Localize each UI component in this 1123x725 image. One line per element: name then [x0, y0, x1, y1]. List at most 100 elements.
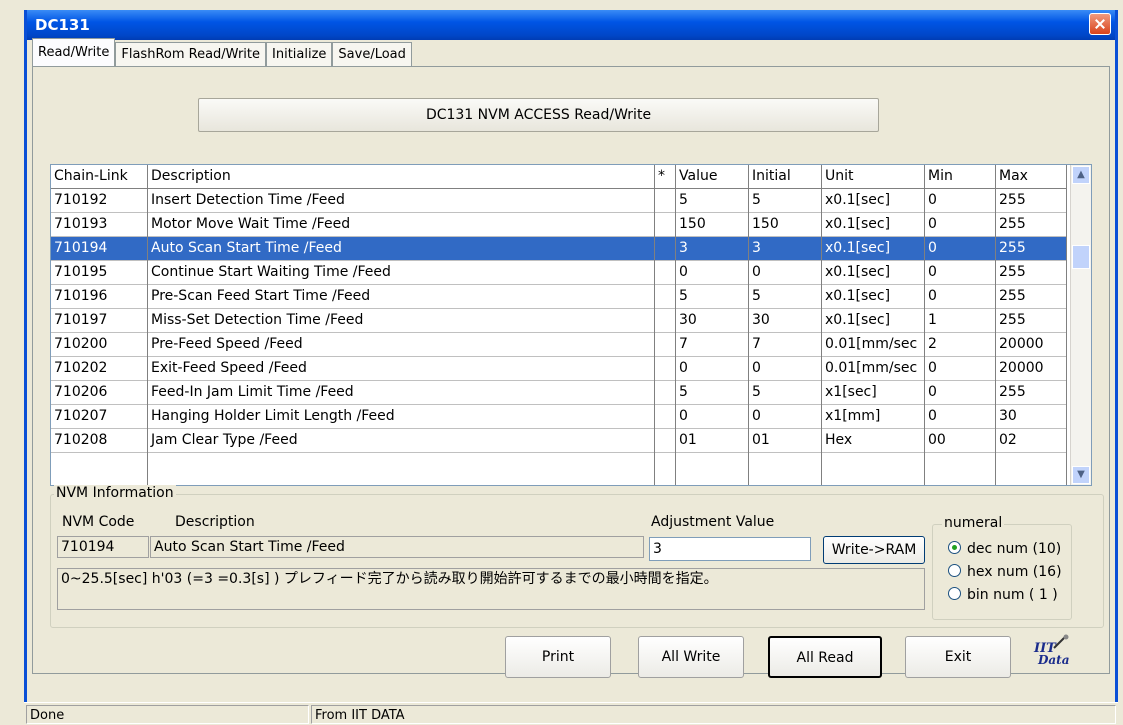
col-header-description[interactable]: Description [148, 165, 654, 188]
cell-star[interactable] [655, 189, 675, 212]
close-icon[interactable] [1089, 13, 1111, 35]
parameter-grid[interactable]: Chain-Link Description * Value Initial U… [50, 164, 1092, 486]
cell-max[interactable]: 255 [996, 381, 1066, 404]
cell-value[interactable]: 5 [676, 189, 748, 212]
cell-star[interactable] [655, 381, 675, 404]
cell-initial[interactable]: 150 [749, 213, 821, 236]
cell-star[interactable] [655, 213, 675, 236]
cell-star[interactable] [655, 285, 675, 308]
cell-chain-link[interactable]: 710196 [51, 285, 147, 308]
col-header-min[interactable]: Min [925, 165, 995, 188]
col-header-star[interactable]: * [655, 165, 675, 188]
all-read-button[interactable]: All Read [768, 636, 882, 678]
cell-chain-link[interactable]: 710197 [51, 309, 147, 332]
cell-chain-link[interactable]: 710192 [51, 189, 147, 212]
cell-value[interactable]: 30 [676, 309, 748, 332]
cell-min[interactable]: 0 [925, 237, 995, 260]
cell-max[interactable]: 02 [996, 429, 1066, 452]
cell-initial[interactable]: 5 [749, 189, 821, 212]
col-header-max[interactable]: Max [996, 165, 1066, 188]
cell-max[interactable]: 255 [996, 189, 1066, 212]
cell-max[interactable]: 20000 [996, 333, 1066, 356]
scroll-down-icon[interactable]: ▼ [1072, 466, 1090, 484]
cell-chain-link[interactable]: 710194 [51, 237, 147, 260]
col-header-initial[interactable]: Initial [749, 165, 821, 188]
col-header-unit[interactable]: Unit [822, 165, 924, 188]
cell-min[interactable]: 0 [925, 189, 995, 212]
cell-initial[interactable]: 3 [749, 237, 821, 260]
cell-min[interactable]: 0 [925, 213, 995, 236]
cell-max[interactable]: 30 [996, 405, 1066, 428]
cell-chain-link[interactable]: 710202 [51, 357, 147, 380]
cell-max[interactable]: 255 [996, 285, 1066, 308]
table-row[interactable]: 710206 Feed-In Jam Limit Time /Feed 5 5 x1[s… [51, 381, 1067, 405]
grid-vertical-scrollbar[interactable]: ▲ ▼ [1070, 165, 1091, 485]
cell-star[interactable] [655, 429, 675, 452]
cell-star[interactable] [655, 237, 675, 260]
cell-max[interactable]: 255 [996, 261, 1066, 284]
cell-min[interactable]: 0 [925, 285, 995, 308]
table-row[interactable]: 710202 Exit-Feed Speed /Feed 0 0 0.01[mm/sec… [51, 357, 1067, 381]
cell-min[interactable]: 0 [925, 261, 995, 284]
cell-initial[interactable]: 30 [749, 309, 821, 332]
cell-max[interactable]: 255 [996, 309, 1066, 332]
tab-flashrom-read-write[interactable]: FlashRom Read/Write [115, 42, 267, 66]
cell-initial[interactable]: 5 [749, 285, 821, 308]
cell-star[interactable] [655, 357, 675, 380]
table-row[interactable]: 710197 Miss-Set Detection Time /Feed 30 30 x… [51, 309, 1067, 333]
cell-unit[interactable]: x0.1[sec] [822, 237, 924, 260]
cell-min[interactable]: 0 [925, 381, 995, 404]
cell-description[interactable]: Continue Start Waiting Time /Feed [148, 261, 654, 284]
cell-min[interactable]: 0 [925, 357, 995, 380]
scroll-up-icon[interactable]: ▲ [1072, 166, 1090, 184]
write-to-ram-button[interactable]: Write->RAM [823, 536, 925, 564]
cell-description[interactable]: Miss-Set Detection Time /Feed [148, 309, 654, 332]
cell-initial[interactable]: 0 [749, 357, 821, 380]
tab-save-load[interactable]: Save/Load [332, 42, 412, 66]
table-row[interactable]: 710192 Insert Detection Time /Feed 5 5 x0.1[… [51, 189, 1067, 213]
cell-value[interactable]: 7 [676, 333, 748, 356]
cell-chain-link[interactable]: 710193 [51, 213, 147, 236]
table-row[interactable]: 710194 Auto Scan Start Time /Feed 3 3 x0.1[s… [51, 237, 1067, 261]
cell-min[interactable]: 1 [925, 309, 995, 332]
cell-unit[interactable]: x0.1[sec] [822, 213, 924, 236]
cell-unit[interactable]: 0.01[mm/sec [822, 357, 924, 380]
cell-description[interactable]: Insert Detection Time /Feed [148, 189, 654, 212]
all-write-button[interactable]: All Write [638, 636, 744, 678]
cell-star[interactable] [655, 261, 675, 284]
cell-value[interactable]: 0 [676, 405, 748, 428]
cell-max[interactable]: 255 [996, 237, 1066, 260]
cell-description[interactable]: Auto Scan Start Time /Feed [148, 237, 654, 260]
cell-description[interactable]: Hanging Holder Limit Length /Feed [148, 405, 654, 428]
cell-chain-link[interactable]: 710200 [51, 333, 147, 356]
cell-chain-link[interactable]: 710195 [51, 261, 147, 284]
cell-min[interactable]: 0 [925, 405, 995, 428]
cell-initial[interactable]: 5 [749, 381, 821, 404]
cell-value[interactable]: 0 [676, 261, 748, 284]
scroll-thumb[interactable] [1072, 245, 1090, 269]
tab-read-write[interactable]: Read/Write [32, 38, 116, 66]
table-row[interactable]: 710195 Continue Start Waiting Time /Feed 0… [51, 261, 1067, 285]
cell-description[interactable]: Exit-Feed Speed /Feed [148, 357, 654, 380]
nvm-access-header-button[interactable]: DC131 NVM ACCESS Read/Write [198, 98, 879, 132]
cell-description[interactable]: Jam Clear Type /Feed [148, 429, 654, 452]
tab-initialize[interactable]: Initialize [266, 42, 333, 66]
cell-value[interactable]: 5 [676, 285, 748, 308]
cell-value[interactable]: 0 [676, 357, 748, 380]
col-header-value[interactable]: Value [676, 165, 748, 188]
cell-initial[interactable]: 01 [749, 429, 821, 452]
cell-max[interactable]: 255 [996, 213, 1066, 236]
cell-star[interactable] [655, 333, 675, 356]
cell-value[interactable]: 150 [676, 213, 748, 236]
exit-button[interactable]: Exit [905, 636, 1011, 678]
radio-hex[interactable]: hex num (16) [948, 564, 1062, 580]
col-header-chain-link[interactable]: Chain-Link [51, 165, 147, 188]
table-row[interactable]: 710200 Pre-Feed Speed /Feed 7 7 0.01[mm/sec 2… [51, 333, 1067, 357]
cell-unit[interactable]: 0.01[mm/sec [822, 333, 924, 356]
print-button[interactable]: Print [505, 636, 611, 678]
cell-chain-link[interactable]: 710208 [51, 429, 147, 452]
cell-value[interactable]: 3 [676, 237, 748, 260]
cell-initial[interactable]: 0 [749, 405, 821, 428]
cell-min[interactable]: 00 [925, 429, 995, 452]
cell-initial[interactable]: 0 [749, 261, 821, 284]
